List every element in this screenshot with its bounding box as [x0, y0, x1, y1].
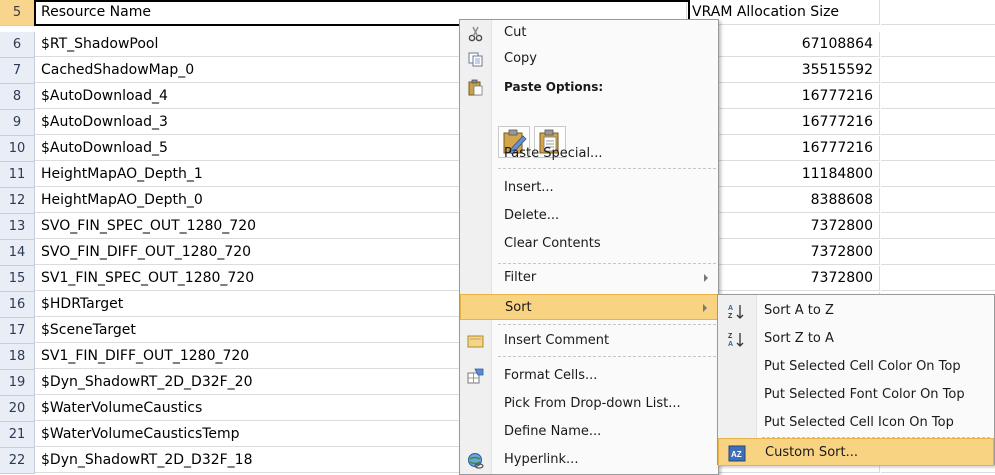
menu-item-label: Sort A to Z [764, 303, 834, 318]
row-header[interactable]: 5 [0, 0, 35, 26]
sort-descending-icon: Z A [728, 333, 744, 348]
comment-icon [467, 335, 484, 348]
menu-item-label: Put Selected Cell Icon On Top [764, 415, 954, 430]
menu-item-format-cells[interactable]: Format Cells... [460, 363, 718, 389]
svg-text:AZ: AZ [731, 450, 742, 459]
cell-empty[interactable] [881, 214, 995, 239]
menu-item-label: Sort [505, 300, 532, 315]
menu-item-define-name[interactable]: Define Name... [460, 419, 718, 445]
cell-empty[interactable] [881, 84, 995, 109]
cell-empty[interactable] [881, 240, 995, 265]
row-header[interactable]: 22 [0, 448, 35, 474]
menu-item-label: Custom Sort... [765, 445, 858, 460]
svg-text:A: A [728, 341, 733, 348]
menu-item-label: Clear Contents [504, 236, 601, 251]
svg-text:Z: Z [728, 313, 733, 320]
cell-empty[interactable] [881, 136, 995, 161]
row-header[interactable]: 16 [0, 292, 35, 318]
menu-item-label: Delete... [504, 208, 560, 223]
clipboard-icon [468, 79, 483, 96]
cell-empty[interactable] [881, 110, 995, 135]
menu-item-label: Filter [504, 270, 537, 285]
cell-empty[interactable] [881, 58, 995, 83]
menu-item-paste-options: Paste Options: [460, 74, 718, 100]
menu-separator [498, 263, 716, 264]
svg-text:Z: Z [728, 333, 733, 340]
menu-item-label: Put Selected Font Color On Top [764, 387, 965, 402]
menu-separator [498, 356, 716, 357]
sort-ascending-icon: A Z [728, 305, 744, 320]
menu-item-font-color-on-top[interactable]: Put Selected Font Color On Top [718, 381, 994, 409]
menu-item-delete[interactable]: Delete... [460, 203, 718, 229]
menu-item-label: Sort Z to A [764, 331, 834, 346]
row-header[interactable]: 8 [0, 84, 35, 110]
svg-text:A: A [728, 305, 733, 312]
row-header[interactable]: 17 [0, 318, 35, 344]
menu-item-filter[interactable]: Filter [460, 265, 718, 291]
cell-empty[interactable] [881, 266, 995, 291]
menu-item-pick-from-list[interactable]: Pick From Drop-down List... [460, 391, 718, 417]
hyperlink-globe-icon [468, 453, 484, 469]
menu-item-label: Paste Special... [504, 146, 603, 161]
custom-sort-icon: AZ [728, 445, 746, 462]
row-header[interactable]: 19 [0, 370, 35, 396]
context-menu: Cut Copy Paste Options: Paste Special...… [459, 19, 719, 475]
menu-item-label: Pick From Drop-down List... [504, 396, 681, 411]
paste-options-label: Paste Options: [504, 80, 604, 94]
menu-item-sort[interactable]: Sort [460, 294, 718, 320]
row-header[interactable]: 11 [0, 162, 35, 188]
menu-item-label: Insert Comment [504, 333, 610, 348]
copy-icon [468, 52, 483, 67]
menu-item-copy[interactable]: Copy [460, 46, 718, 72]
menu-item-insert-comment[interactable]: Insert Comment [460, 328, 718, 354]
menu-item-label: Cut [504, 25, 527, 40]
cell-empty[interactable] [881, 0, 995, 25]
menu-item-cut[interactable]: Cut [460, 20, 718, 46]
cell-empty[interactable] [881, 188, 995, 213]
sort-submenu: A Z Sort A to Z Z A Sort Z to A Put Sele… [717, 294, 995, 466]
row-header[interactable]: 9 [0, 110, 35, 136]
menu-item-label: Put Selected Cell Color On Top [764, 359, 961, 374]
menu-separator [498, 324, 716, 325]
menu-item-label: Hyperlink... [504, 452, 579, 467]
row-header[interactable]: 6 [0, 32, 35, 58]
row-header[interactable]: 12 [0, 188, 35, 214]
scissors-icon [468, 26, 483, 42]
row-header[interactable]: 20 [0, 396, 35, 422]
row-header[interactable]: 21 [0, 422, 35, 448]
menu-item-label: Insert... [504, 180, 554, 195]
submenu-arrow-icon [704, 274, 708, 282]
menu-item-sort-z-to-a[interactable]: Z A Sort Z to A [718, 325, 994, 353]
row-header[interactable]: 18 [0, 344, 35, 370]
format-cells-icon [467, 368, 484, 384]
menu-item-label: Format Cells... [504, 368, 598, 383]
submenu-arrow-icon [703, 304, 707, 312]
menu-separator [498, 168, 716, 169]
row-header[interactable]: 7 [0, 58, 35, 84]
menu-item-hyperlink[interactable]: Hyperlink... [460, 447, 718, 473]
row-header[interactable]: 13 [0, 214, 35, 240]
menu-item-cell-icon-on-top[interactable]: Put Selected Cell Icon On Top [718, 409, 994, 437]
row-header[interactable]: 15 [0, 266, 35, 292]
menu-item-paste-special[interactable]: Paste Special... [460, 141, 718, 167]
row-header[interactable]: 10 [0, 136, 35, 162]
menu-item-insert[interactable]: Insert... [460, 175, 718, 201]
row-header[interactable]: 14 [0, 240, 35, 266]
menu-item-label: Copy [504, 51, 537, 66]
menu-item-sort-a-to-z[interactable]: A Z Sort A to Z [718, 297, 994, 325]
menu-item-custom-sort[interactable]: AZ Custom Sort... [718, 438, 994, 466]
cell-empty[interactable] [881, 32, 995, 57]
cell-empty[interactable] [881, 162, 995, 187]
menu-item-cell-color-on-top[interactable]: Put Selected Cell Color On Top [718, 353, 994, 381]
menu-item-clear-contents[interactable]: Clear Contents [460, 231, 718, 257]
menu-item-label: Define Name... [504, 424, 602, 439]
